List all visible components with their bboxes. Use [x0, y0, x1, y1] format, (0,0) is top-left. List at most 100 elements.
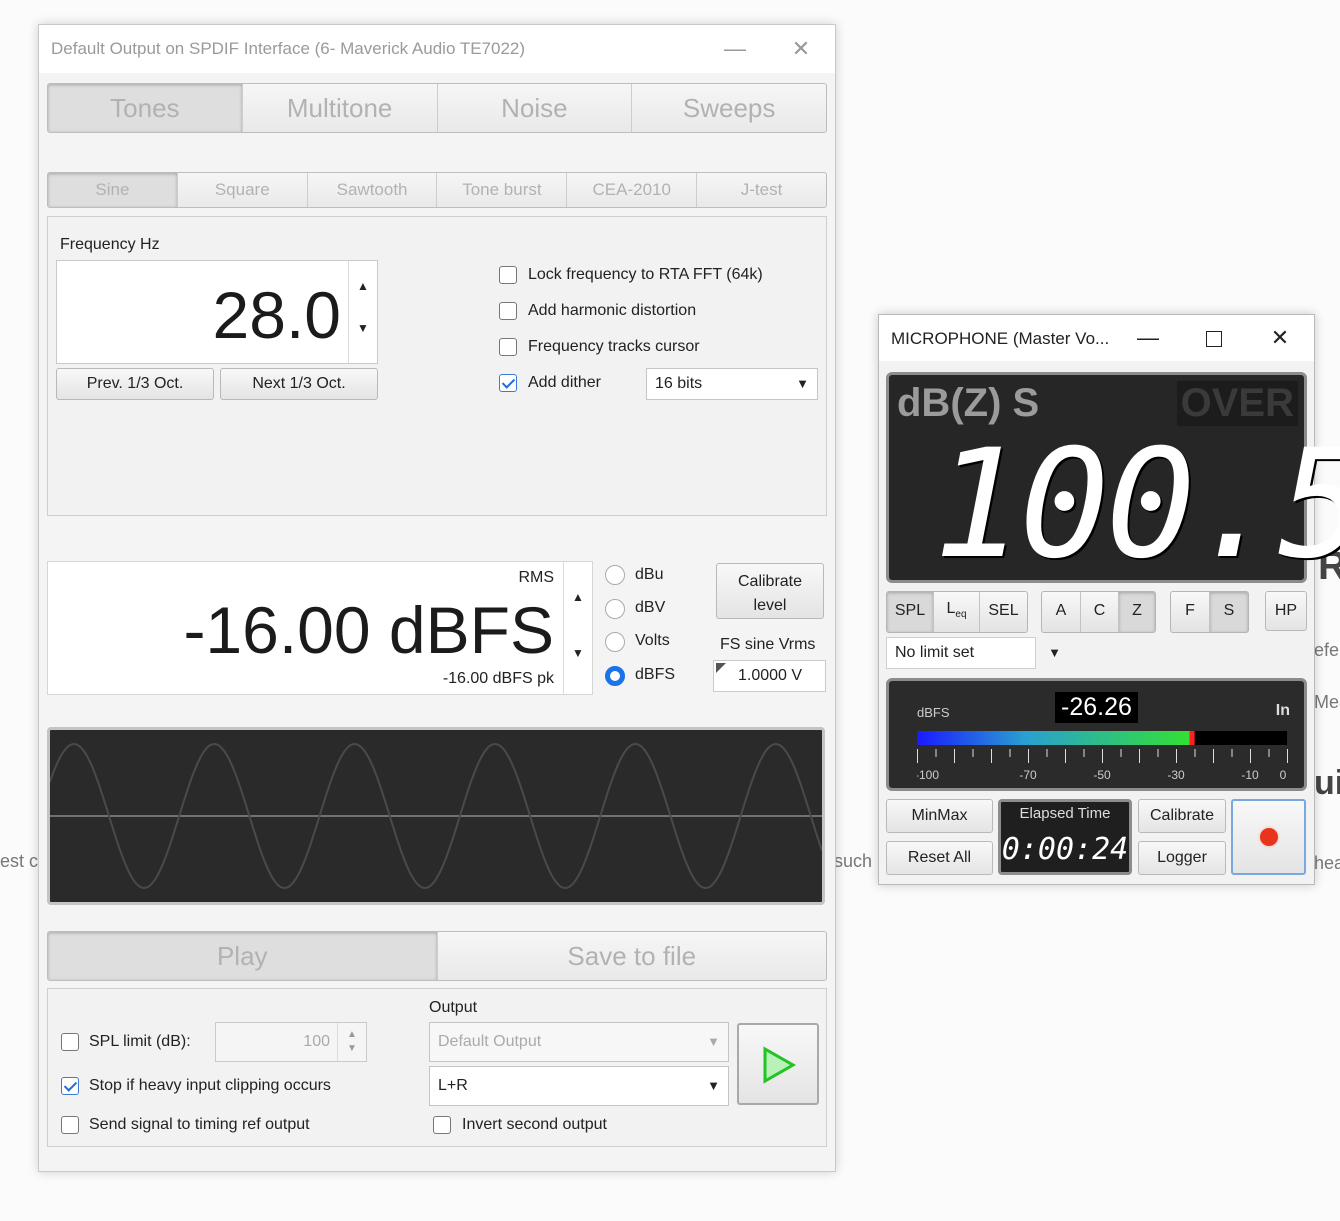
- play-save-bar: Play Save to file: [47, 931, 827, 981]
- tab-tone-burst[interactable]: Tone burst: [436, 173, 566, 207]
- level-spin-arrows[interactable]: ▲ ▼: [563, 562, 592, 694]
- time-weighting-group: F S: [1170, 591, 1249, 633]
- level-value[interactable]: -16.00 dBFS: [183, 592, 554, 668]
- main-tabs: Tones Multitone Noise Sweeps: [47, 83, 827, 133]
- add-dither-checkbox[interactable]: [499, 374, 517, 392]
- meter-tick-label: -30: [1167, 768, 1185, 782]
- minmax-button[interactable]: MinMax: [886, 799, 993, 833]
- fs-sine-value[interactable]: 1.0000 V: [738, 667, 802, 684]
- tab-j-test[interactable]: J-test: [696, 173, 826, 207]
- timing-ref-checkbox[interactable]: [61, 1116, 79, 1134]
- spl-limit-arrows[interactable]: ▲ ▼: [337, 1023, 366, 1061]
- waveform-scope: [47, 727, 825, 905]
- calibrate-level-line2: level: [753, 597, 787, 614]
- spin-up-icon[interactable]: ▲: [564, 590, 592, 604]
- level-meter: dBFS -26.26 In -100 -70 -50 -30 -10 0: [886, 678, 1307, 791]
- dither-bits-select[interactable]: 16 bits ▼: [646, 368, 818, 400]
- output-label: Output: [429, 999, 478, 1016]
- fs-sine-field[interactable]: 1.0000 V: [713, 660, 826, 692]
- a-weighting-button[interactable]: A: [1042, 592, 1080, 632]
- tab-sweeps[interactable]: Sweeps: [631, 84, 826, 132]
- meter-channel-label: In: [1275, 702, 1290, 719]
- play-button[interactable]: [737, 1023, 819, 1105]
- invert-output-label: Invert second output: [462, 1116, 607, 1133]
- background-text-efe: efe: [1314, 640, 1340, 660]
- tab-square[interactable]: Square: [176, 173, 307, 207]
- level-spinner[interactable]: RMS -16.00 dBFS -16.00 dBFS pk ▲ ▼: [47, 561, 593, 695]
- spin-down-icon[interactable]: ▼: [564, 646, 592, 660]
- minimize-icon[interactable]: —: [719, 33, 751, 65]
- background-heading-ui: ui: [1314, 764, 1340, 802]
- spin-down-icon[interactable]: ▼: [338, 1043, 366, 1054]
- output-panel: SPL limit (dB): 100 ▲ ▼ Stop if heavy in…: [47, 988, 827, 1147]
- play-tab-button[interactable]: Play: [48, 932, 437, 980]
- tab-multitone[interactable]: Multitone: [241, 84, 437, 132]
- spl-limit-spinner[interactable]: 100 ▲ ▼: [215, 1022, 367, 1062]
- z-weighting-button[interactable]: Z: [1118, 592, 1155, 632]
- logger-button[interactable]: Logger: [1138, 841, 1226, 875]
- close-icon[interactable]: ✕: [1264, 322, 1296, 354]
- tab-cea-2010[interactable]: CEA-2010: [566, 173, 696, 207]
- chevron-down-icon: ▼: [707, 1078, 720, 1093]
- reset-all-button[interactable]: Reset All: [886, 841, 993, 875]
- play-icon: [763, 1046, 797, 1084]
- mode-group: SPL Leq SEL: [886, 591, 1028, 633]
- mic-titlebar: MICROPHONE (Master Vo... — ✕: [879, 315, 1314, 361]
- spl-limit-checkbox[interactable]: [61, 1033, 79, 1051]
- calibrate-button[interactable]: Calibrate: [1138, 799, 1226, 833]
- frequency-spin-arrows[interactable]: ▲ ▼: [348, 261, 377, 363]
- unit-volts-radio[interactable]: [605, 632, 625, 652]
- meter-tick-label: -10: [1241, 768, 1259, 782]
- tracks-cursor-checkbox[interactable]: [499, 338, 517, 356]
- meter-tick-label: -50: [1093, 768, 1111, 782]
- background-text-hea: hea: [1314, 853, 1340, 873]
- spin-up-icon[interactable]: ▲: [349, 279, 377, 293]
- output-device-select[interactable]: Default Output ▼: [429, 1022, 729, 1062]
- tab-tones[interactable]: Tones: [48, 84, 242, 132]
- output-channels-select[interactable]: L+R ▼: [429, 1066, 729, 1106]
- harmonic-distortion-checkbox[interactable]: [499, 302, 517, 320]
- hp-button[interactable]: HP: [1265, 591, 1307, 631]
- spl-mode-button[interactable]: SPL: [887, 592, 933, 632]
- unit-dbv-label: dBV: [635, 599, 666, 616]
- elapsed-time-display: Elapsed Time 0:00:24: [998, 799, 1132, 875]
- tab-sawtooth[interactable]: Sawtooth: [306, 173, 437, 207]
- lock-frequency-checkbox[interactable]: [499, 266, 517, 284]
- elapsed-time-value: 0:00:24: [1001, 832, 1129, 867]
- c-weighting-button[interactable]: C: [1080, 592, 1118, 632]
- spin-up-icon[interactable]: ▲: [338, 1029, 366, 1040]
- tab-noise[interactable]: Noise: [436, 84, 632, 132]
- background-text-such: such: [834, 851, 873, 871]
- chevron-down-icon: ▼: [796, 376, 809, 391]
- frequency-spinner[interactable]: 28.0 ▲ ▼: [56, 260, 378, 364]
- calibrate-level-button[interactable]: Calibrate level: [716, 563, 824, 619]
- leq-mode-button[interactable]: Leq: [933, 592, 979, 632]
- slow-button[interactable]: S: [1209, 592, 1248, 632]
- sel-mode-button[interactable]: SEL: [979, 592, 1027, 632]
- spin-down-icon[interactable]: ▼: [349, 321, 377, 335]
- window-title: Default Output on SPDIF Interface (6- Ma…: [51, 39, 526, 58]
- unit-dbfs-radio[interactable]: [605, 666, 625, 686]
- harmonic-distortion-label: Add harmonic distortion: [528, 302, 697, 319]
- spl-limit-value[interactable]: 100: [303, 1033, 330, 1051]
- meter-tick-label: -100: [917, 768, 939, 782]
- stop-clipping-checkbox[interactable]: [61, 1077, 79, 1095]
- close-icon[interactable]: ✕: [785, 33, 817, 65]
- unit-dbu-radio[interactable]: [605, 565, 625, 585]
- next-third-octave-button[interactable]: Next 1/3 Oct.: [220, 368, 378, 400]
- level-peak-text: -16.00 dBFS pk: [442, 670, 554, 687]
- record-button[interactable]: [1231, 799, 1306, 875]
- fast-button[interactable]: F: [1171, 592, 1209, 632]
- tone-settings-panel: Frequency Hz 28.0 ▲ ▼ Prev. 1/3 Oct. Nex…: [47, 216, 827, 516]
- maximize-icon[interactable]: [1206, 331, 1222, 347]
- save-to-file-button[interactable]: Save to file: [436, 932, 827, 980]
- prev-third-octave-button[interactable]: Prev. 1/3 Oct.: [56, 368, 214, 400]
- frequency-value[interactable]: 28.0: [213, 277, 341, 353]
- limit-select[interactable]: No limit set ▼: [886, 637, 1061, 669]
- invert-output-checkbox[interactable]: [433, 1116, 451, 1134]
- minimize-icon[interactable]: —: [1132, 322, 1164, 354]
- meter-fill: [917, 731, 1190, 745]
- unit-dbv-radio[interactable]: [605, 599, 625, 619]
- timing-ref-label: Send signal to timing ref output: [89, 1116, 310, 1133]
- tab-sine[interactable]: Sine: [48, 173, 177, 207]
